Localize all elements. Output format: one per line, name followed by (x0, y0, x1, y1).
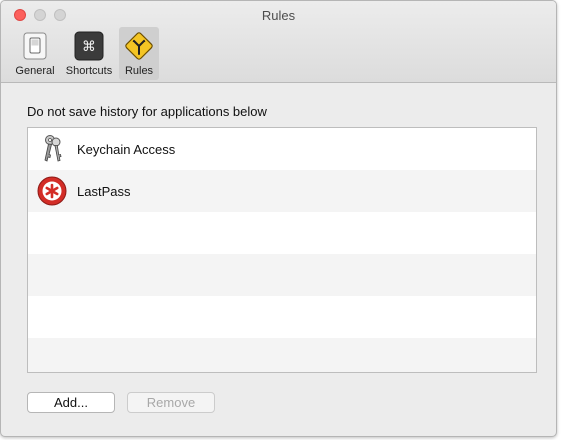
titlebar: Rules General ⌘ Shortcuts Rules (1, 1, 556, 83)
list-item[interactable]: Keychain Access (28, 128, 536, 170)
list-item[interactable]: LastPass (28, 170, 536, 212)
excluded-apps-list[interactable]: Keychain Access LastPass (27, 127, 537, 373)
window-title: Rules (261, 8, 296, 23)
preferences-window: Rules General ⌘ Shortcuts Rules Do not s… (0, 0, 557, 437)
empty-row (28, 296, 536, 338)
toolbar-item-general[interactable]: General (10, 27, 60, 80)
road-sign-icon (125, 32, 153, 60)
toolbar-label-rules: Rules (124, 65, 154, 77)
svg-text:⌘: ⌘ (82, 39, 96, 55)
lastpass-icon (37, 176, 67, 206)
keys-icon (44, 135, 62, 162)
app-name: LastPass (77, 183, 131, 199)
empty-row (28, 338, 536, 372)
app-name: Keychain Access (77, 141, 176, 157)
switch-icon (23, 32, 47, 60)
add-button[interactable]: Add... (27, 392, 115, 413)
toolbar-label-general: General (15, 65, 55, 77)
command-key-icon: ⌘ (74, 31, 104, 61)
remove-button[interactable]: Remove (127, 392, 215, 413)
toolbar-item-rules[interactable]: Rules (119, 27, 159, 80)
rules-caption: Do not save history for applications bel… (27, 104, 267, 119)
toolbar-item-shortcuts[interactable]: ⌘ Shortcuts (62, 27, 116, 80)
empty-row (28, 212, 536, 254)
toolbar-label-shortcuts: Shortcuts (65, 65, 113, 77)
rules-pane: Do not save history for applications bel… (1, 83, 556, 436)
empty-row (28, 254, 536, 296)
